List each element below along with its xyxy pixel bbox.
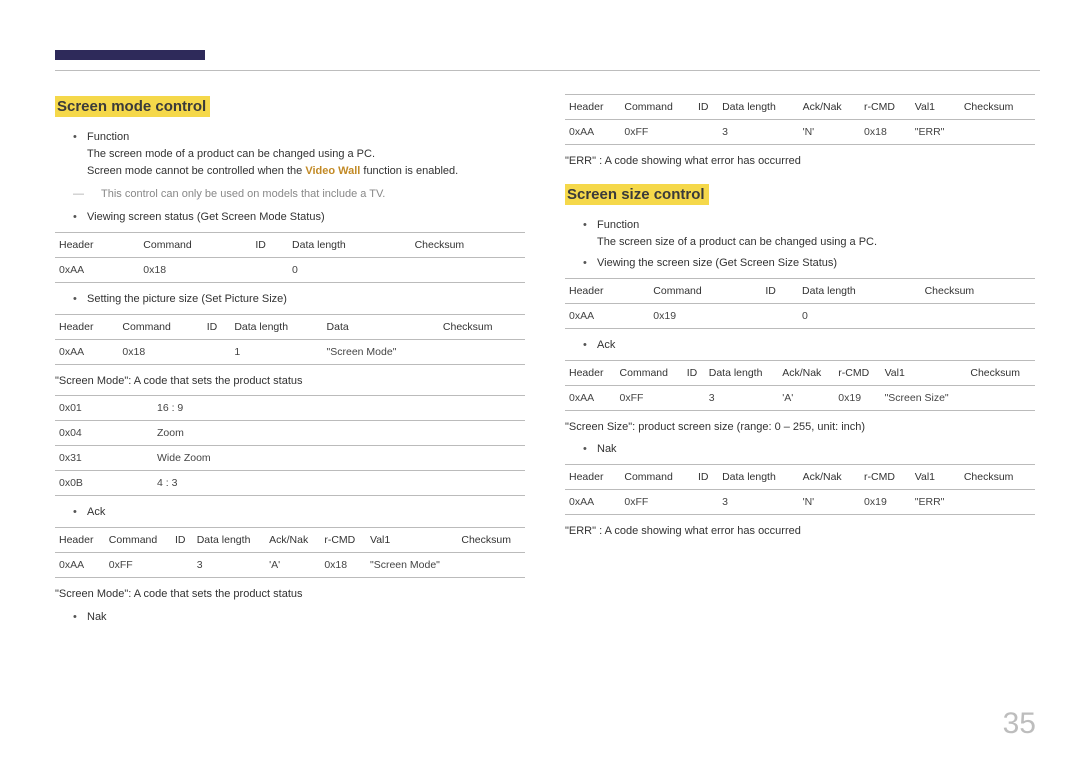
- section-title-screen-mode: Screen mode control: [55, 96, 210, 117]
- caption-screen-mode-codes-2: "Screen Mode": A code that sets the prod…: [55, 586, 525, 603]
- left-column: Screen mode control Function The screen …: [55, 88, 525, 632]
- right-column: Header Command ID Data length Ack/Nak r-…: [565, 88, 1035, 632]
- bullet-function-size: Function The screen size of a product ca…: [583, 217, 1035, 251]
- table-screen-mode-codes: 0x0116 : 9 0x04Zoom 0x31Wide Zoom 0x0B4 …: [55, 395, 525, 496]
- table-set-picture-size: Header Command ID Data length Data Check…: [55, 314, 525, 365]
- bullet-viewing-status: Viewing screen status (Get Screen Mode S…: [73, 209, 525, 226]
- bullet-nak-size: Nak: [583, 441, 1035, 458]
- bullet-function: Function The screen mode of a product ca…: [73, 129, 525, 180]
- bullet-ack: Ack: [73, 504, 525, 521]
- label-function: Function: [87, 131, 129, 143]
- caption-screen-mode-codes: "Screen Mode": A code that sets the prod…: [55, 373, 525, 390]
- bullet-nak: Nak: [73, 609, 525, 626]
- label-function-size: Function: [597, 219, 639, 231]
- table-nak-screen-mode: Header Command ID Data length Ack/Nak r-…: [565, 94, 1035, 145]
- table-nak-screen-size: Header Command ID Data length Ack/Nak r-…: [565, 464, 1035, 515]
- bullet-viewing-size: Viewing the screen size (Get Screen Size…: [583, 255, 1035, 272]
- caption-screen-size: "Screen Size": product screen size (rang…: [565, 419, 1035, 436]
- section-title-screen-size: Screen size control: [565, 184, 709, 205]
- page-number: 35: [1003, 707, 1036, 741]
- text-function-line2: Screen mode cannot be controlled when th…: [87, 165, 458, 177]
- table-get-screen-size: Header Command ID Data length Checksum 0…: [565, 278, 1035, 329]
- bullet-ack-size: Ack: [583, 337, 1035, 354]
- text-function-size-line1: The screen size of a product can be chan…: [597, 236, 877, 248]
- header-rule: [55, 70, 1040, 71]
- caption-err-2: "ERR" : A code showing what error has oc…: [565, 523, 1035, 540]
- accent-video-wall: Video Wall: [305, 165, 360, 177]
- table-get-screen-mode: Header Command ID Data length Checksum 0…: [55, 232, 525, 283]
- text-function-line1: The screen mode of a product can be chan…: [87, 148, 375, 160]
- table-ack-screen-mode: Header Command ID Data length Ack/Nak r-…: [55, 527, 525, 578]
- caption-err-1: "ERR" : A code showing what error has oc…: [565, 153, 1035, 170]
- bullet-set-picture-size: Setting the picture size (Set Picture Si…: [73, 291, 525, 308]
- note-tv-only: This control can only be used on models …: [87, 186, 525, 203]
- chapter-tab: [55, 50, 205, 60]
- table-ack-screen-size: Header Command ID Data length Ack/Nak r-…: [565, 360, 1035, 411]
- document-page: Screen mode control Function The screen …: [0, 0, 1080, 763]
